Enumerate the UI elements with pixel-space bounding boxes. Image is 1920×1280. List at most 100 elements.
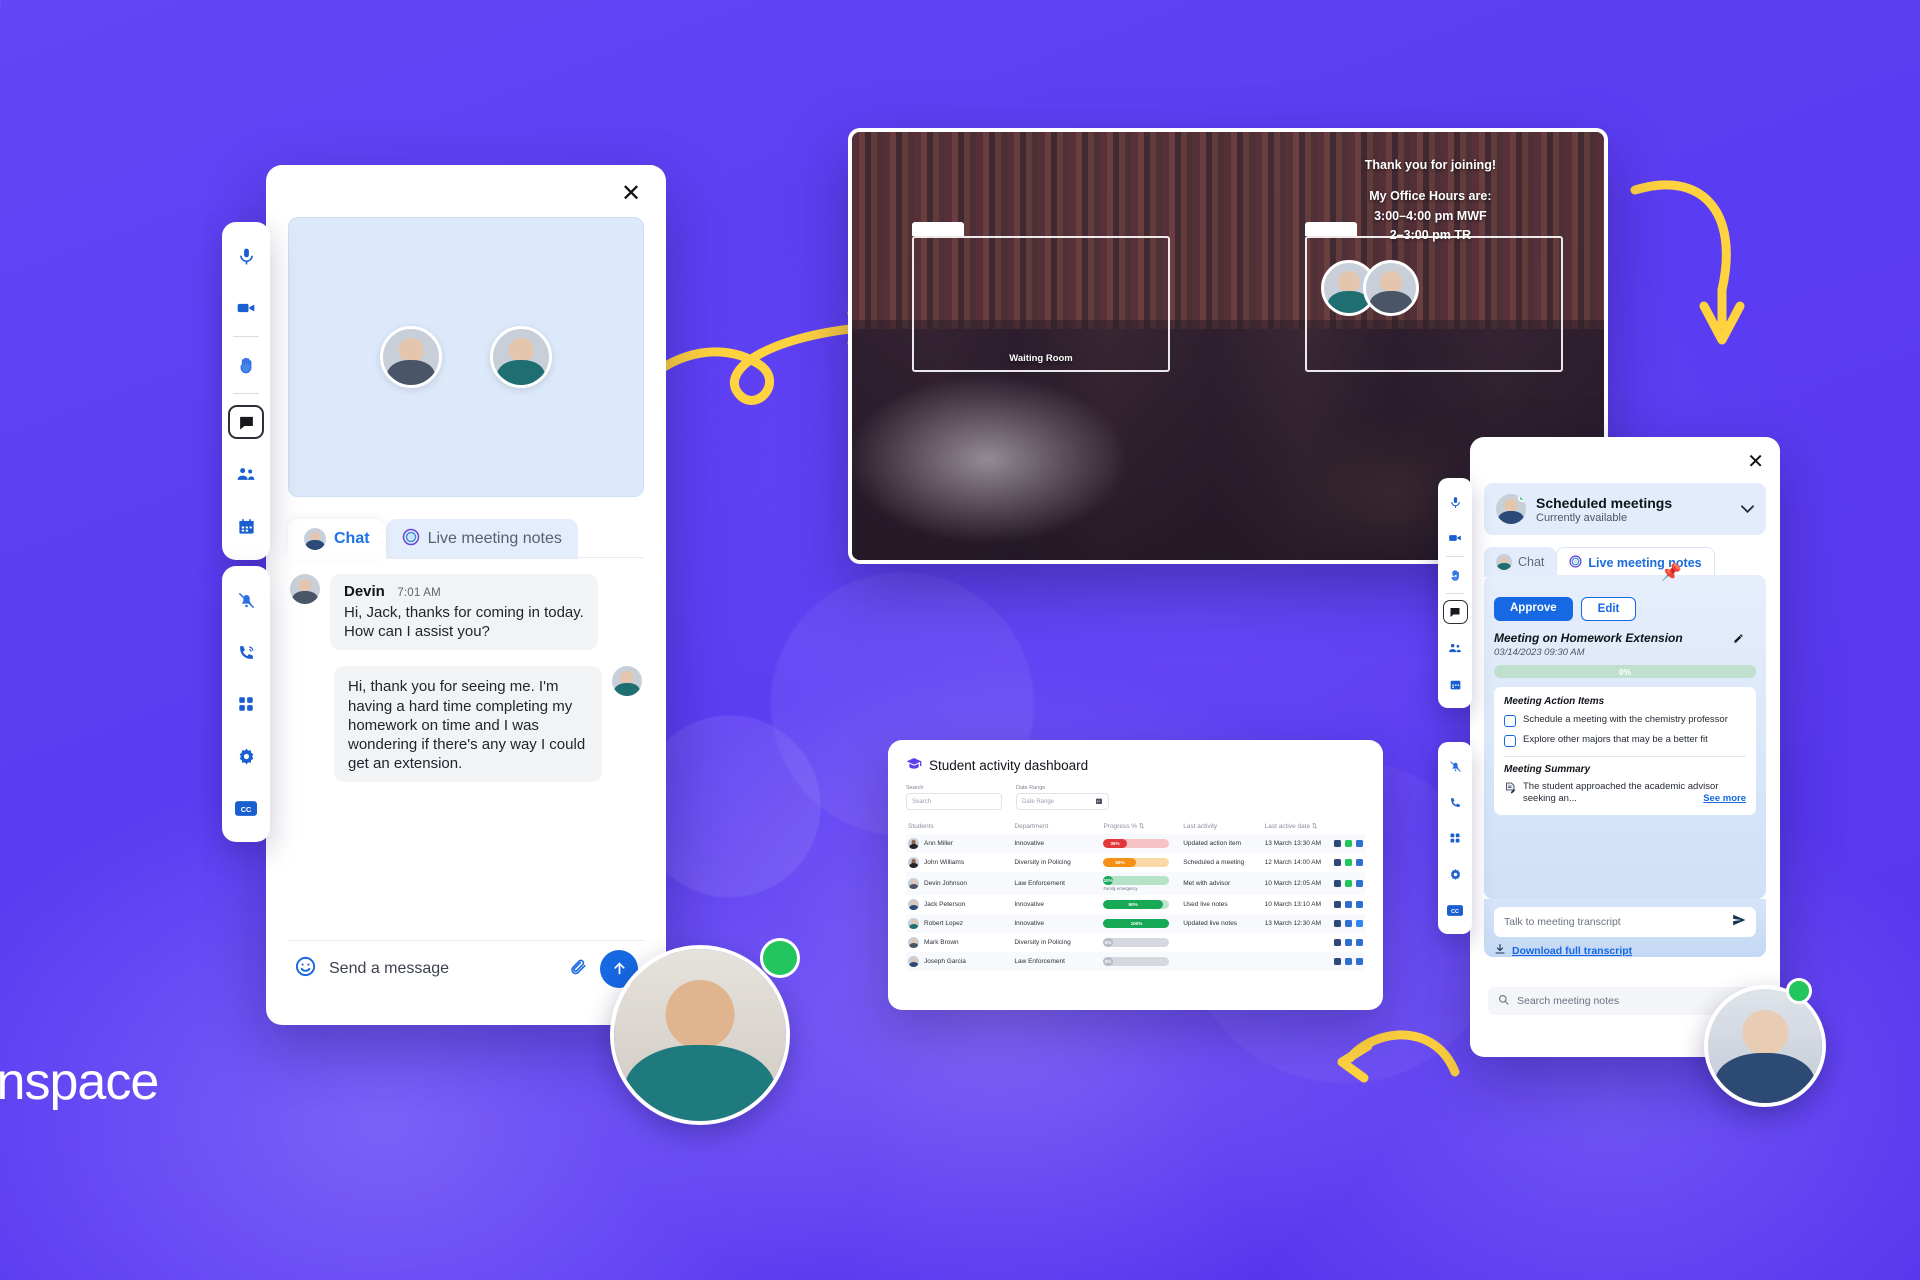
chat-icon[interactable]	[222, 396, 270, 448]
raise-hand-icon[interactable]	[222, 339, 270, 391]
paperclip-icon[interactable]	[569, 957, 588, 981]
calendar-icon[interactable]	[1095, 797, 1103, 807]
archive-icon[interactable]	[1356, 901, 1363, 908]
message-icon[interactable]	[1334, 920, 1341, 927]
archive-icon[interactable]	[1356, 958, 1363, 965]
close-icon[interactable]: ✕	[1747, 449, 1764, 474]
transcript-input-row[interactable]: Talk to meeting transcript	[1494, 907, 1756, 937]
note-icon[interactable]	[1345, 939, 1352, 946]
note-actions[interactable]: Approve Edit	[1494, 597, 1756, 621]
table-row[interactable]: Ann Miller Innovative 35% Updated action it…	[906, 834, 1365, 853]
cell-row-actions[interactable]	[1332, 914, 1365, 933]
chat-icon[interactable]	[1438, 594, 1472, 630]
note-icon[interactable]	[1345, 840, 1352, 847]
close-icon[interactable]: ✕	[618, 181, 644, 207]
note-icon[interactable]	[1345, 920, 1352, 927]
grid-icon[interactable]	[1438, 820, 1472, 856]
message-icon[interactable]	[1334, 901, 1341, 908]
cell-row-actions[interactable]	[1332, 895, 1365, 914]
search-input[interactable]: Search	[906, 793, 1002, 810]
video-camera-icon[interactable]	[1438, 520, 1472, 556]
note-icon[interactable]	[1345, 958, 1352, 965]
phone-ring-icon[interactable]	[1438, 784, 1472, 820]
left-toolbar-secondary[interactable]: CC	[222, 566, 270, 842]
right-toolbar-secondary[interactable]: CC	[1438, 742, 1472, 934]
checkbox[interactable]	[1504, 735, 1516, 747]
people-icon[interactable]	[222, 448, 270, 500]
tab-live-meeting-notes[interactable]: Live meeting notes	[1556, 547, 1715, 577]
cell-row-actions[interactable]	[1332, 952, 1365, 971]
column-progress[interactable]: Progress % ⇅	[1101, 818, 1181, 834]
settings-gear-icon[interactable]	[222, 730, 270, 782]
message-icon[interactable]	[1334, 958, 1341, 965]
settings-gear-icon[interactable]	[1438, 856, 1472, 892]
tab-live-meeting-notes[interactable]: Live meeting notes	[385, 519, 578, 559]
notes-tabs[interactable]: Chat Live meeting notes	[1484, 545, 1766, 577]
table-row[interactable]: John Williams Diversity in Policing 50% Sch…	[906, 853, 1365, 872]
download-transcript-link[interactable]: Download full transcript	[1494, 943, 1632, 958]
left-toolbar-primary[interactable]	[222, 222, 270, 560]
smiley-icon[interactable]	[294, 955, 317, 983]
date-range-filter[interactable]: Date Range Date Range	[1016, 785, 1109, 810]
edit-button[interactable]: Edit	[1580, 597, 1637, 621]
column-department[interactable]: Department	[1012, 818, 1101, 834]
sort-icon[interactable]: ⇅	[1312, 823, 1317, 830]
column-students[interactable]: Students	[906, 818, 1012, 834]
chat-tabs[interactable]: Chat Live meeting notes	[288, 517, 644, 559]
phone-ring-icon[interactable]	[222, 626, 270, 678]
transcript-input[interactable]: Talk to meeting transcript	[1504, 916, 1732, 928]
right-toolbar-primary[interactable]	[1438, 478, 1472, 708]
cell-row-actions[interactable]	[1332, 853, 1365, 872]
message-icon[interactable]	[1334, 880, 1341, 887]
raise-hand-icon[interactable]	[1438, 557, 1472, 593]
message-input[interactable]: Send a message	[329, 960, 557, 978]
cell-row-actions[interactable]	[1332, 834, 1365, 853]
checkbox[interactable]	[1504, 715, 1516, 727]
scheduled-meetings-header[interactable]: Scheduled meetings Currently available	[1484, 483, 1766, 535]
people-icon[interactable]	[1438, 630, 1472, 666]
cell-row-actions[interactable]	[1332, 933, 1365, 952]
archive-icon[interactable]	[1356, 880, 1363, 887]
note-icon[interactable]	[1345, 880, 1352, 887]
video-camera-icon[interactable]	[222, 282, 270, 334]
see-more-link[interactable]: See more	[1703, 793, 1746, 805]
column-last-active-date[interactable]: Last active date ⇅	[1263, 818, 1332, 834]
waiting-room-tile[interactable]: Waiting Room	[912, 236, 1170, 372]
archive-icon[interactable]	[1356, 840, 1363, 847]
closed-captions-icon[interactable]: CC	[1438, 892, 1472, 928]
table-row[interactable]: Robert Lopez Innovative 100% Updated live n…	[906, 914, 1365, 933]
microphone-icon[interactable]	[222, 230, 270, 282]
tab-chat[interactable]: Chat	[1484, 547, 1557, 577]
meeting-room-tile[interactable]	[1305, 236, 1563, 372]
cell-row-actions[interactable]	[1332, 872, 1365, 895]
approve-button[interactable]: Approve	[1494, 597, 1573, 621]
tab-chat[interactable]: Chat	[288, 519, 386, 559]
message-icon[interactable]	[1334, 859, 1341, 866]
search-input[interactable]: Search meeting notes	[1517, 995, 1619, 1007]
participant-avatar-large[interactable]	[610, 945, 790, 1125]
dashboard-filters[interactable]: Search Search Date Range Date Range	[906, 785, 1365, 810]
calendar-icon[interactable]	[222, 500, 270, 552]
message-icon[interactable]	[1334, 840, 1341, 847]
closed-captions-icon[interactable]: CC	[222, 782, 270, 834]
date-range-input[interactable]: Date Range	[1016, 793, 1109, 810]
chevron-down-icon[interactable]	[1741, 502, 1754, 517]
archive-icon[interactable]	[1356, 939, 1363, 946]
search-filter[interactable]: Search Search	[906, 785, 1002, 810]
pencil-icon[interactable]	[1733, 631, 1744, 649]
pin-icon[interactable]: 📌	[1661, 563, 1682, 583]
note-icon[interactable]	[1345, 901, 1352, 908]
bell-off-icon[interactable]	[1438, 748, 1472, 784]
sort-icon[interactable]: ⇅	[1139, 823, 1144, 830]
archive-icon[interactable]	[1356, 920, 1363, 927]
message-icon[interactable]	[1334, 939, 1341, 946]
table-row[interactable]: Mark Brown Diversity in Policing 0%	[906, 933, 1365, 952]
note-icon[interactable]	[1345, 859, 1352, 866]
participant-avatar-small[interactable]	[1704, 985, 1826, 1107]
chat-composer[interactable]: Send a message	[288, 940, 644, 996]
calendar-icon[interactable]	[1438, 666, 1472, 702]
grid-icon[interactable]	[222, 678, 270, 730]
action-item[interactable]: Schedule a meeting with the chemistry pr…	[1504, 714, 1746, 727]
table-row[interactable]: Jack Peterson Innovative 90% Used live note…	[906, 895, 1365, 914]
action-item[interactable]: Explore other majors that may be a bette…	[1504, 734, 1746, 747]
